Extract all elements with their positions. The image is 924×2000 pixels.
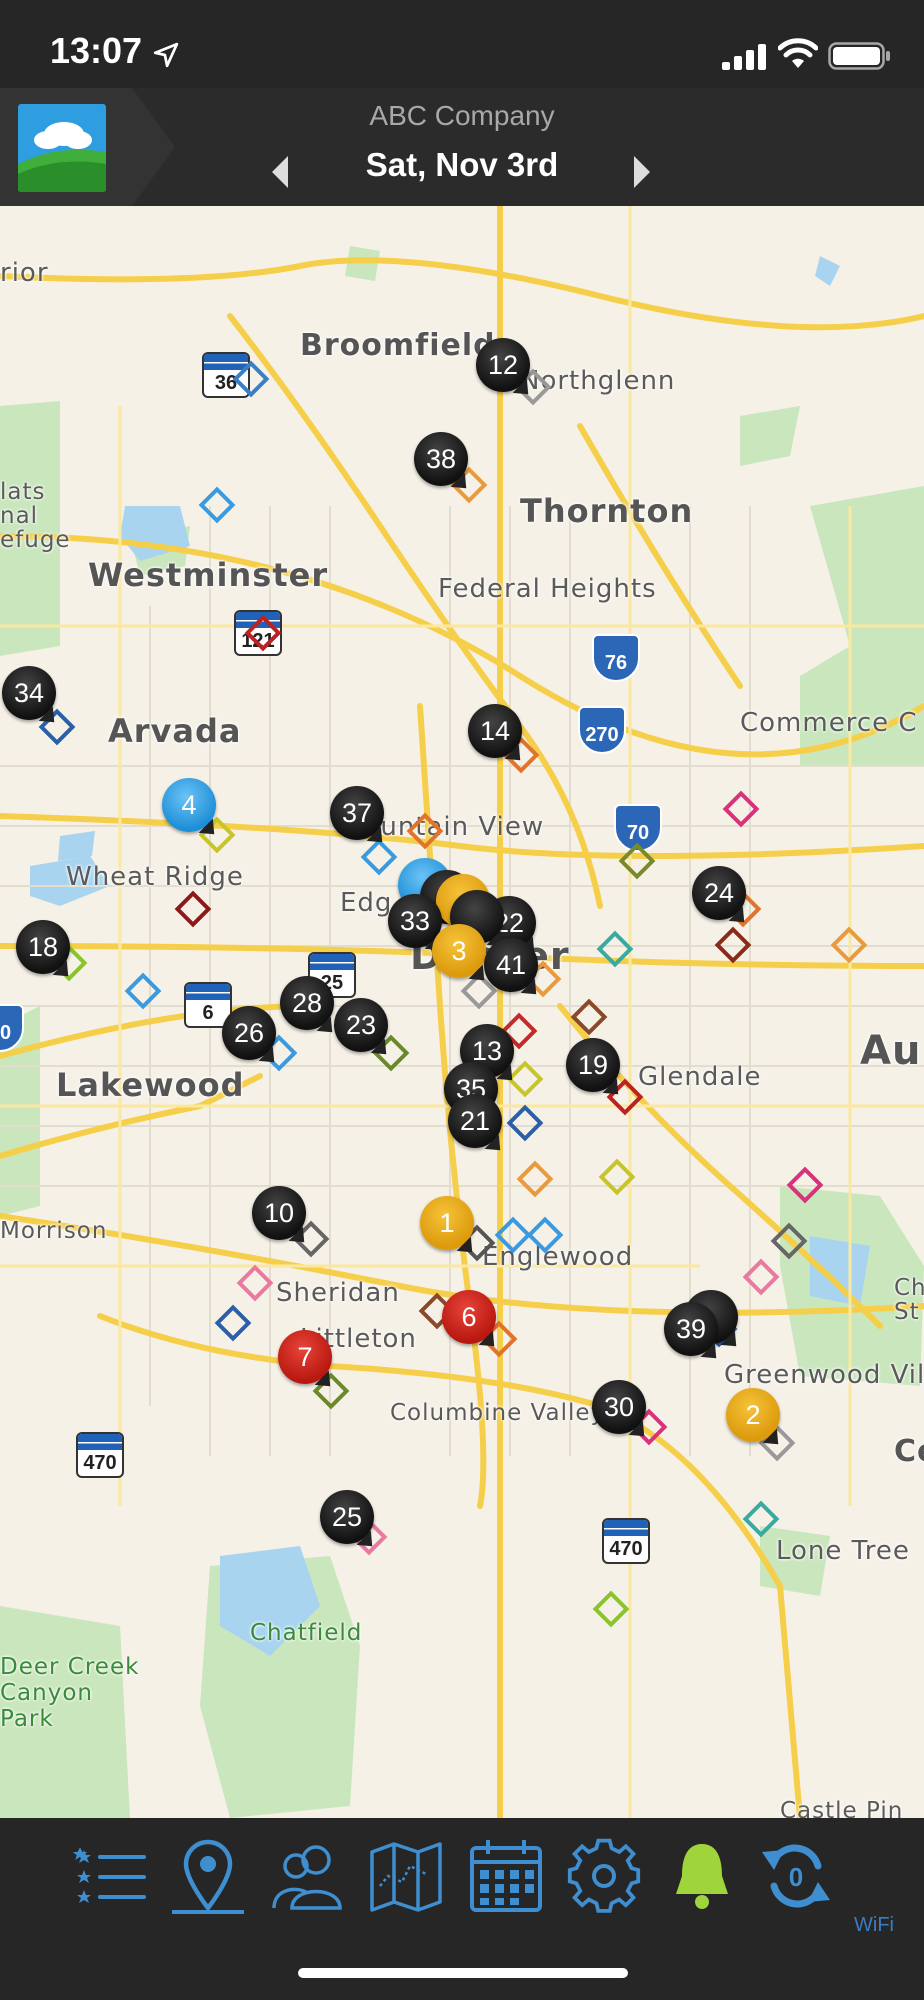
map-label-cherry-state: Ch St [894,1275,924,1325]
home-indicator[interactable] [298,1968,628,1978]
map-label-columbine-valley: Columbine Valley [390,1400,606,1426]
map-label-centennial: Ce [894,1434,924,1469]
map-label-lone-tree: Lone Tree [776,1536,910,1566]
map-label-thornton: Thornton [520,492,694,530]
job-pin[interactable]: 7 [278,1330,332,1384]
highway-shield-270: 270 [578,706,626,754]
job-pin[interactable]: 34 [2,666,56,720]
map-label-commerce-city: Commerce C [740,708,918,738]
map-label-arvada: Arvada [108,712,242,750]
map-label-federal-heights: Federal Heights [438,574,657,604]
job-pin[interactable]: 3 [432,924,486,978]
map-label-sheridan: Sheridan [276,1278,400,1308]
map-label-flats: lats nal efuge [0,479,71,553]
sync-icon[interactable]: 0 [756,1836,836,1916]
job-pin[interactable]: 19 [566,1038,620,1092]
map-label-chatfield: Chatfield [250,1620,363,1646]
job-pin[interactable]: 1 [420,1196,474,1250]
bottom-tab-bar: 0 WiFi [0,1818,924,2000]
battery-icon [828,42,890,70]
job-pin[interactable]: 25 [320,1490,374,1544]
folded-map-icon[interactable] [366,1836,446,1916]
map-label-englewood: Englewood [482,1242,634,1272]
previous-day-button[interactable] [268,154,292,190]
company-name: ABC Company [369,100,555,131]
job-pin[interactable]: 28 [280,976,334,1030]
map-label-wheat-ridge: Wheat Ridge [66,862,244,892]
job-pin[interactable]: 6 [442,1290,496,1344]
list-icon[interactable] [72,1836,152,1916]
job-pin[interactable]: 37 [330,786,384,840]
job-pin[interactable]: 23 [334,998,388,1052]
wifi-icon [778,38,818,68]
map-view[interactable]: rior Broomfield Northglenn Thornton lats… [0,206,924,1818]
job-pin[interactable]: 14 [468,704,522,758]
map-pin-icon[interactable] [168,1836,248,1916]
date-title: Sat, Nov 3rd [365,146,559,183]
map-label-broomfield: Broomfield [300,328,496,363]
app-header: ABC Company Sat, Nov 3rd [0,88,924,206]
sync-count: 0 [789,1862,803,1892]
job-pin[interactable]: 21 [448,1094,502,1148]
highway-shield-76: 76 [592,634,640,682]
job-pin[interactable]: 18 [16,920,70,974]
map-label-greenwood-village: Greenwood Vil [724,1360,924,1390]
next-day-button[interactable] [630,154,654,190]
job-pin[interactable]: 38 [414,432,468,486]
map-label-lakewood: Lakewood [56,1066,245,1104]
map-label-deer-creek: Deer Creek Canyon Park [0,1654,140,1732]
status-bar: 13:07 [0,0,924,88]
job-pin[interactable]: 12 [476,338,530,392]
job-pin[interactable]: 30 [592,1380,646,1434]
connection-status: WiFi [854,1914,894,1936]
highway-shield-470-west: 470 [76,1432,124,1478]
map-label-glendale: Glendale [638,1062,762,1092]
highway-shield-470-east: 470 [602,1518,650,1564]
map-label-edgewater: Edg [340,888,393,918]
job-pin[interactable]: 2 [726,1388,780,1442]
map-label-castle-pines: Castle Pin [780,1798,904,1818]
map-label-aurora: Au [860,1028,922,1074]
calendar-icon[interactable] [466,1836,546,1916]
job-pin[interactable]: 41 [484,938,538,992]
job-pin[interactable]: 39 [664,1302,718,1356]
bell-icon[interactable] [662,1836,742,1916]
people-icon[interactable] [268,1836,348,1916]
job-pin[interactable]: 10 [252,1186,306,1240]
map-label-superior: rior [0,258,49,288]
map-label-morrison: Morrison [0,1218,108,1244]
job-pin[interactable]: 4 [162,778,216,832]
job-pin[interactable]: 24 [692,866,746,920]
location-arrow-icon [153,42,179,68]
status-time: 13:07 [50,30,143,71]
job-pin[interactable]: 26 [222,1006,276,1060]
gear-icon[interactable] [564,1836,644,1916]
map-label-westminster: Westminster [88,556,329,594]
cellular-signal-icon [722,44,766,70]
